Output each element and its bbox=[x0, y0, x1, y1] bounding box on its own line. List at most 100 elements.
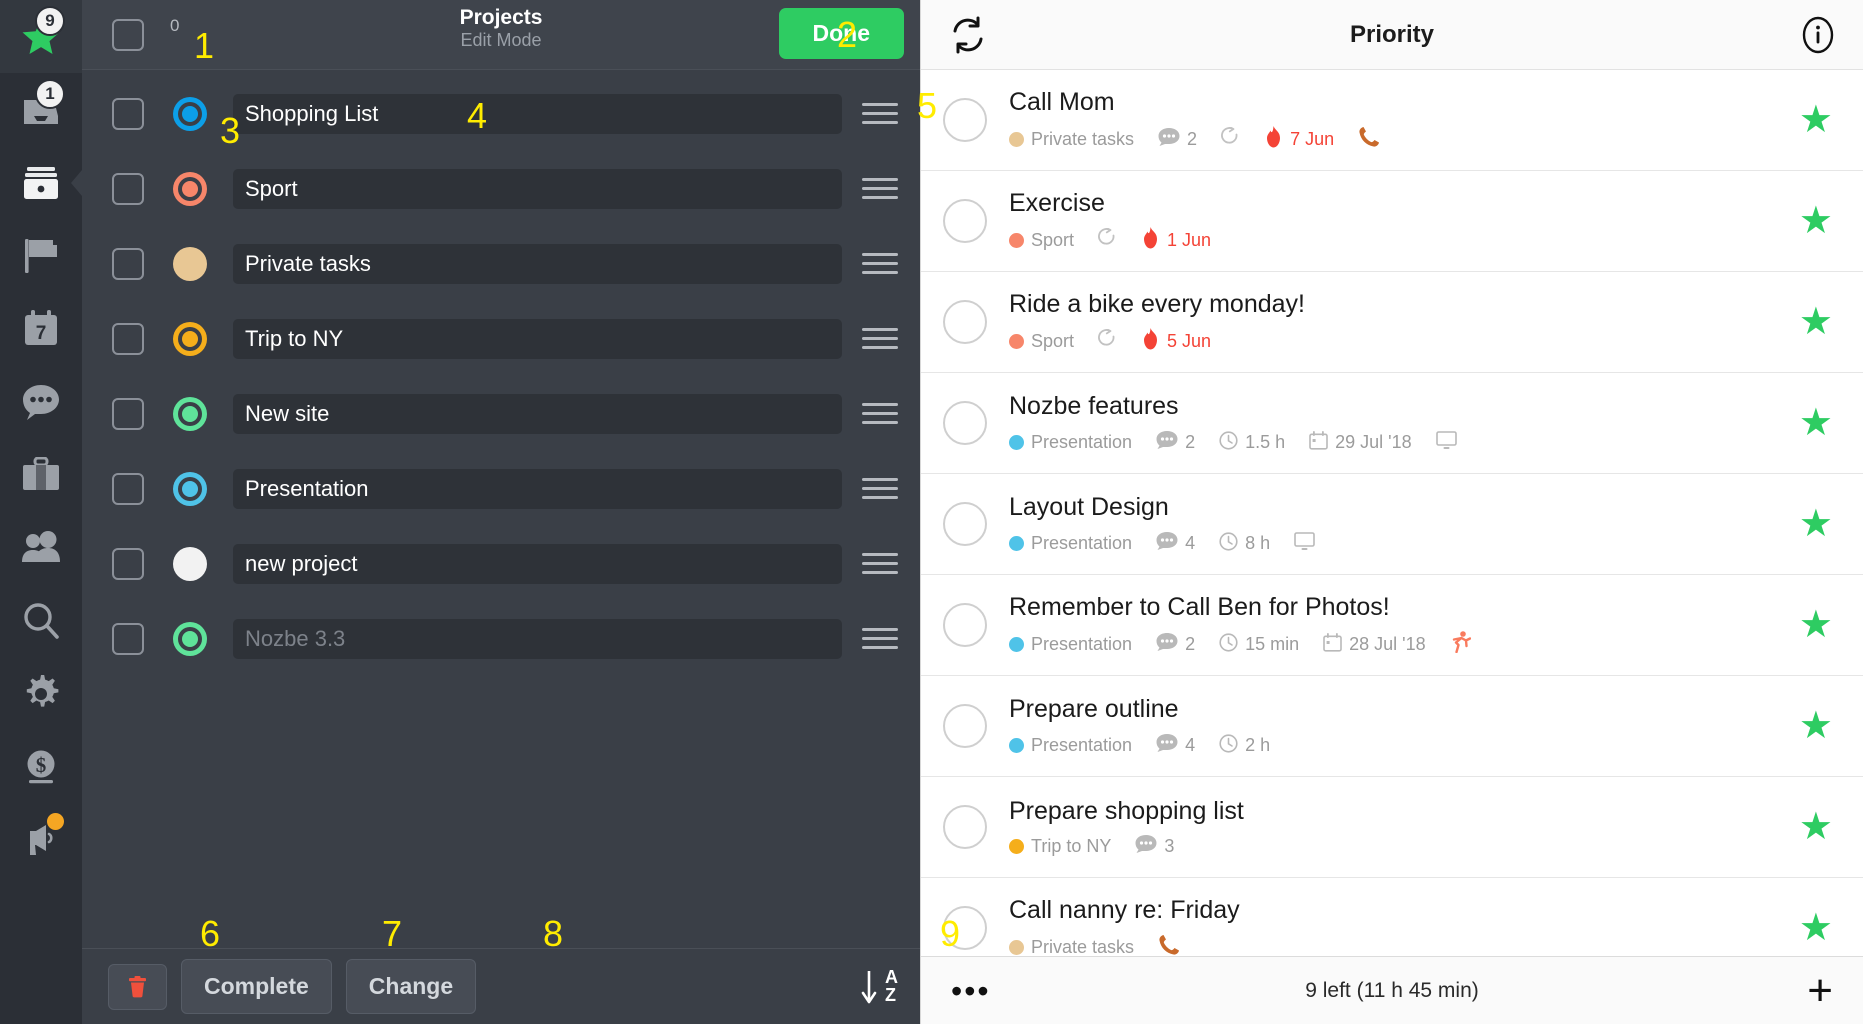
sidebar-item-inbox[interactable]: 1 bbox=[0, 73, 82, 146]
task-row[interactable]: Prepare outline Presentation 4 2 h ★ bbox=[921, 676, 1863, 777]
delete-button[interactable] bbox=[108, 963, 167, 1010]
sidebar-item-comments[interactable] bbox=[0, 365, 82, 438]
task-project-label: Sport bbox=[1031, 331, 1075, 352]
info-button[interactable] bbox=[1799, 16, 1837, 54]
task-complete-checkbox[interactable] bbox=[943, 805, 987, 849]
done-button[interactable]: Done bbox=[778, 8, 904, 59]
sidebar-item-templates[interactable] bbox=[0, 438, 82, 511]
project-checkbox[interactable] bbox=[112, 547, 144, 580]
task-row[interactable]: Call nanny re: Friday Private tasks ★ bbox=[921, 878, 1863, 956]
task-complete-checkbox[interactable] bbox=[943, 704, 987, 748]
complete-button[interactable]: Complete bbox=[181, 959, 332, 1014]
drag-handle-icon[interactable] bbox=[862, 103, 898, 124]
clock-icon bbox=[1219, 633, 1238, 652]
task-priority-star[interactable]: ★ bbox=[1799, 707, 1833, 745]
project-name-input[interactable]: Shopping List bbox=[233, 93, 842, 134]
task-row[interactable]: Exercise Sport 1 Jun ★ bbox=[921, 171, 1863, 272]
project-row[interactable]: Trip to NY bbox=[82, 301, 920, 376]
drag-handle-icon[interactable] bbox=[862, 628, 898, 649]
sync-button[interactable] bbox=[947, 14, 989, 56]
project-name-input[interactable]: Presentation bbox=[233, 468, 842, 509]
sidebar-item-search[interactable] bbox=[0, 584, 82, 657]
project-checkbox[interactable] bbox=[112, 97, 144, 130]
project-checkbox[interactable] bbox=[112, 172, 144, 205]
more-options-button[interactable]: ••• bbox=[951, 975, 991, 1007]
project-name-input[interactable]: Trip to NY bbox=[233, 318, 842, 359]
project-checkbox[interactable] bbox=[112, 322, 144, 355]
drag-handle-icon[interactable] bbox=[862, 478, 898, 499]
drag-handle-icon[interactable] bbox=[862, 328, 898, 349]
task-priority-star[interactable]: ★ bbox=[1799, 606, 1833, 644]
task-title: Remember to Call Ben for Photos! bbox=[1009, 592, 1390, 621]
task-complete-checkbox[interactable] bbox=[943, 906, 987, 950]
task-complete-checkbox[interactable] bbox=[943, 502, 987, 546]
project-checkbox[interactable] bbox=[112, 247, 144, 280]
project-name-input[interactable]: Private tasks bbox=[233, 243, 842, 284]
task-priority-star[interactable]: ★ bbox=[1799, 202, 1833, 240]
project-row[interactable]: Shopping List bbox=[82, 76, 920, 151]
task-row[interactable]: Remember to Call Ben for Photos! Presenta… bbox=[921, 575, 1863, 676]
task-row[interactable]: Ride a bike every monday! Sport 5 Jun ★ bbox=[921, 272, 1863, 373]
project-color-icon[interactable] bbox=[173, 621, 207, 656]
sidebar-item-calendar[interactable]: 7 bbox=[0, 292, 82, 365]
repeat-icon bbox=[1221, 126, 1238, 144]
task-complete-checkbox[interactable] bbox=[943, 401, 987, 445]
task-priority-star[interactable]: ★ bbox=[1799, 404, 1833, 442]
project-color-icon[interactable] bbox=[173, 171, 207, 206]
drag-handle-icon[interactable] bbox=[862, 178, 898, 199]
task-complete-checkbox[interactable] bbox=[943, 98, 987, 142]
project-name-input[interactable]: New site bbox=[233, 393, 842, 434]
drag-handle-icon[interactable] bbox=[862, 403, 898, 424]
drag-handle-icon[interactable] bbox=[862, 253, 898, 274]
dollar-icon: $ bbox=[27, 750, 55, 783]
task-priority-star[interactable]: ★ bbox=[1799, 909, 1833, 947]
project-name-input[interactable]: Sport bbox=[233, 168, 842, 209]
task-priority-star[interactable]: ★ bbox=[1799, 808, 1833, 846]
add-task-button[interactable]: + bbox=[1807, 968, 1833, 1012]
task-complete-checkbox[interactable] bbox=[943, 199, 987, 243]
sidebar-item-categories[interactable] bbox=[0, 219, 82, 292]
project-checkbox[interactable] bbox=[112, 472, 144, 505]
project-row[interactable]: Presentation bbox=[82, 451, 920, 526]
project-color-icon[interactable] bbox=[173, 96, 207, 131]
task-project-label: Presentation bbox=[1031, 432, 1133, 453]
sidebar-item-priority[interactable]: 9 bbox=[0, 0, 82, 73]
project-checkbox[interactable] bbox=[112, 622, 144, 655]
task-project-label: Private tasks bbox=[1031, 937, 1135, 956]
sort-button[interactable]: AZ bbox=[861, 967, 898, 1007]
task-priority-star[interactable]: ★ bbox=[1799, 505, 1833, 543]
task-complete-checkbox[interactable] bbox=[943, 300, 987, 344]
project-name-input[interactable]: new project bbox=[233, 543, 842, 584]
project-color-icon[interactable] bbox=[173, 471, 207, 506]
task-row[interactable]: Prepare shopping list Trip to NY 3 ★ bbox=[921, 777, 1863, 878]
select-all-checkbox[interactable] bbox=[112, 18, 144, 51]
project-color-icon[interactable] bbox=[173, 546, 207, 581]
task-complete-checkbox[interactable] bbox=[943, 603, 987, 647]
task-priority-star[interactable]: ★ bbox=[1799, 101, 1833, 139]
sidebar-item-projects[interactable] bbox=[0, 146, 82, 219]
project-color-icon[interactable] bbox=[173, 246, 207, 281]
task-priority-star[interactable]: ★ bbox=[1799, 303, 1833, 341]
change-button[interactable]: Change bbox=[345, 959, 477, 1014]
project-color-icon[interactable] bbox=[173, 396, 207, 431]
drag-handle-icon[interactable] bbox=[862, 553, 898, 574]
project-row[interactable]: New site bbox=[82, 376, 920, 451]
project-row[interactable]: Private tasks bbox=[82, 226, 920, 301]
sidebar-item-pricing[interactable]: $ bbox=[0, 730, 82, 803]
project-color-icon[interactable] bbox=[173, 321, 207, 356]
task-row[interactable]: Layout Design Presentation 4 8 h ★ bbox=[921, 474, 1863, 575]
sidebar-item-news[interactable] bbox=[0, 803, 82, 876]
project-row[interactable]: Nozbe 3.3 bbox=[82, 601, 920, 676]
arrow-down-icon bbox=[861, 970, 877, 1003]
sidebar-item-settings[interactable] bbox=[0, 657, 82, 730]
project-name-input[interactable]: Nozbe 3.3 bbox=[233, 618, 842, 659]
project-row[interactable]: Sport bbox=[82, 151, 920, 226]
task-row[interactable]: Call Mom Private tasks 2 7 Jun ★ bbox=[921, 70, 1863, 171]
task-title: Ride a bike every monday! bbox=[1009, 289, 1305, 318]
project-checkbox[interactable] bbox=[112, 397, 144, 430]
sidebar-item-team[interactable] bbox=[0, 511, 82, 584]
task-row[interactable]: Nozbe features Presentation 2 1.5 h 29 Jul '… bbox=[921, 373, 1863, 474]
task-meta-row: Private tasks 2 7 Jun bbox=[1009, 126, 1783, 153]
computer-icon bbox=[1294, 531, 1315, 550]
project-row[interactable]: new project bbox=[82, 526, 920, 601]
